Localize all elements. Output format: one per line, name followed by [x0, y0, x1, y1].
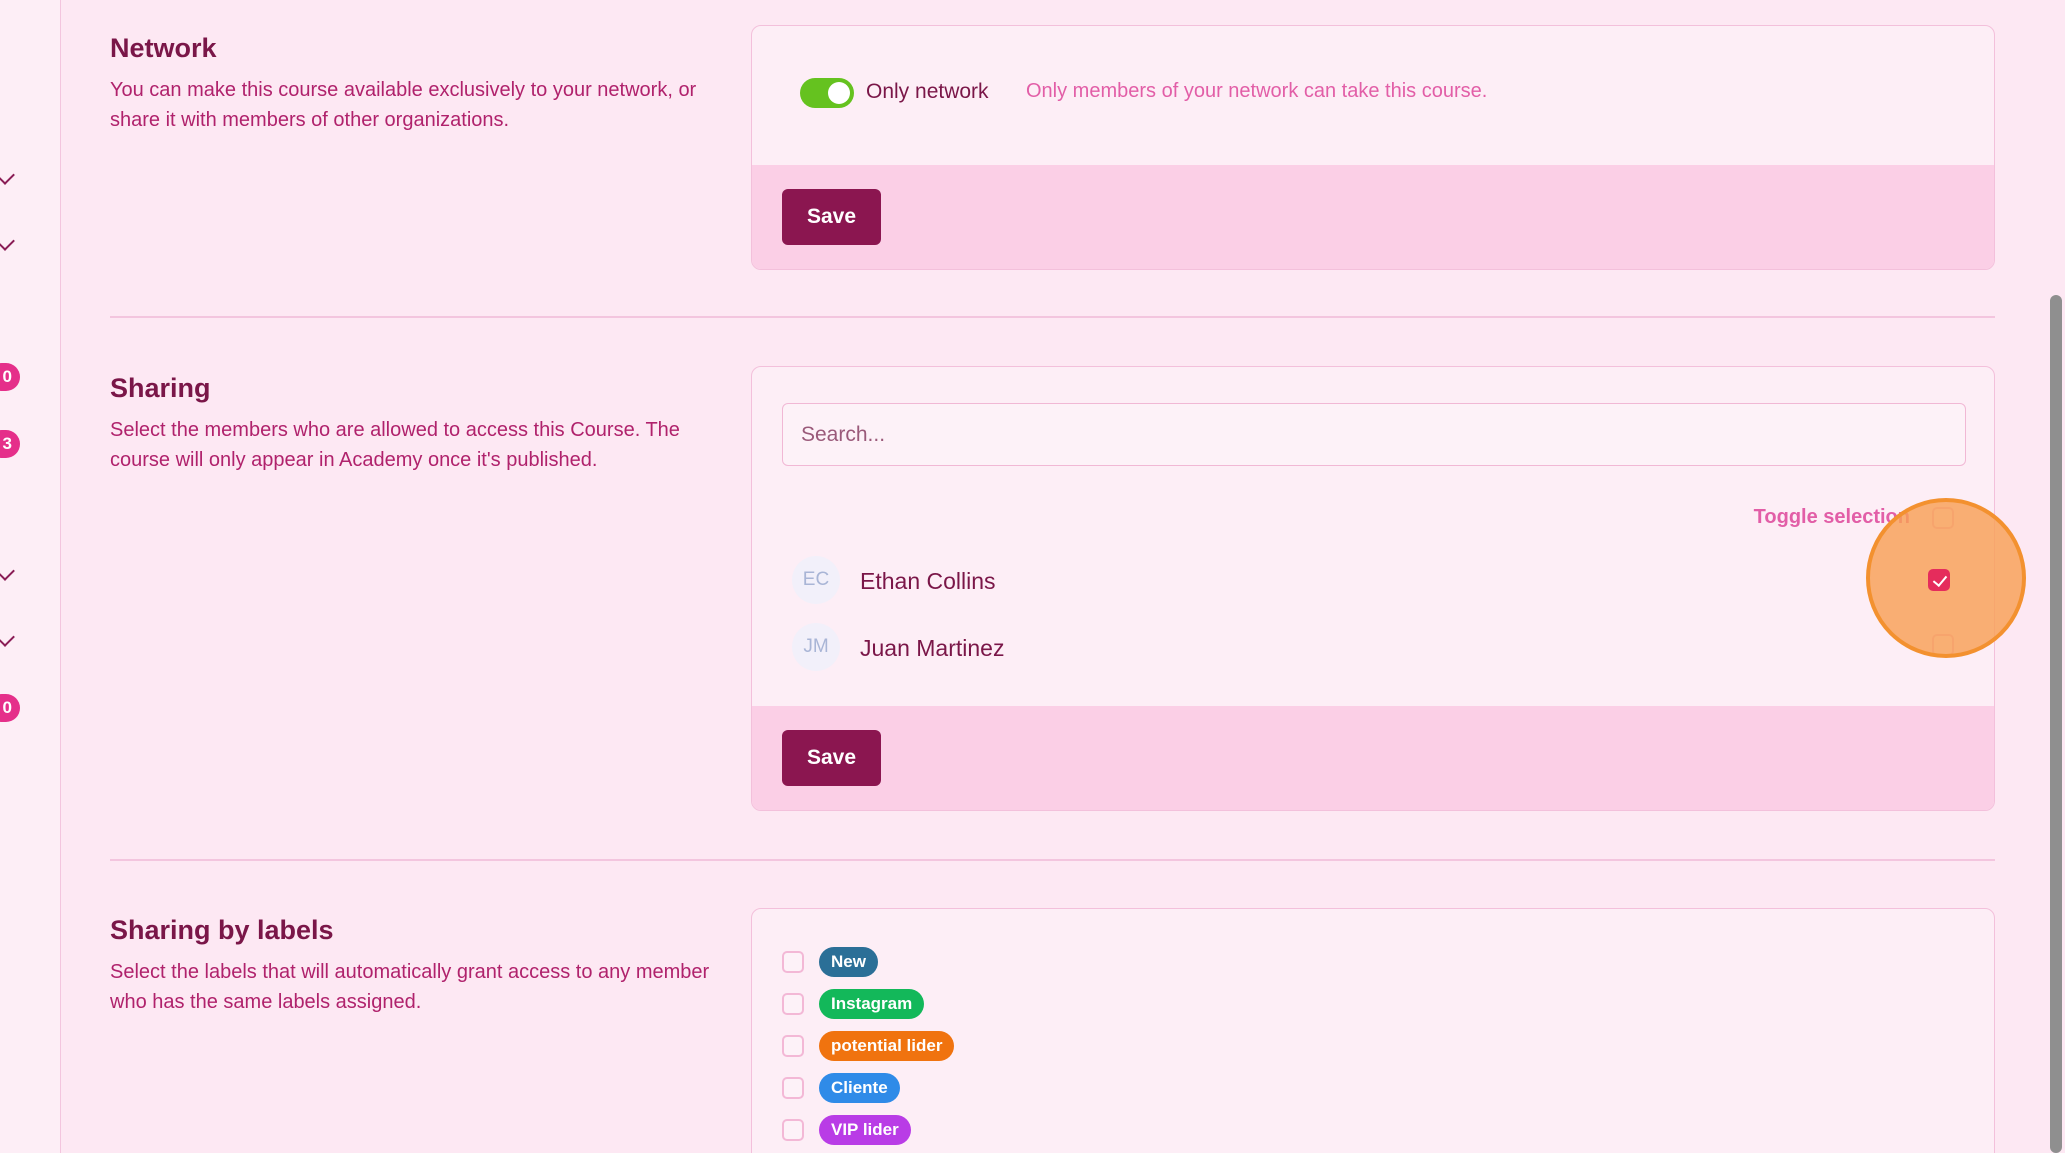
toggle-knob [828, 82, 850, 104]
section-divider [110, 316, 1995, 318]
count-badge: 0 [0, 363, 20, 391]
label-tag-new: New [819, 947, 878, 977]
network-section-description: You can make this course available exclu… [110, 79, 697, 131]
network-save-button[interactable]: Save [782, 189, 881, 245]
sharing-section-description: Select the members who are allowed to ac… [110, 419, 680, 471]
sharing-section-title: Sharing [110, 373, 211, 403]
sharing-save-button[interactable]: Save [782, 730, 881, 786]
card-footer: Save [752, 706, 1994, 810]
chevron-down-icon[interactable] [0, 561, 15, 581]
member-name: Juan Martinez [860, 635, 1005, 661]
card-footer: Save [752, 165, 1994, 269]
chevron-down-icon[interactable] [0, 231, 15, 251]
only-network-label: Only network [866, 80, 989, 103]
label-checkbox[interactable] [782, 1077, 804, 1099]
member-search-input[interactable] [782, 403, 1966, 466]
sharing-card: Toggle selection EC Ethan Collins JM Jua… [751, 366, 1995, 811]
avatar: JM [792, 623, 840, 671]
count-badge: 3 [0, 430, 20, 458]
sidebar: 0 3 0 [0, 0, 61, 1153]
network-hint-text: Only members of your network can take th… [1026, 80, 1488, 102]
chevron-down-icon[interactable] [0, 165, 15, 185]
chevron-down-icon[interactable] [0, 627, 15, 647]
avatar: EC [792, 556, 840, 604]
label-tag-potential-lider: potential lider [819, 1031, 955, 1061]
scrollbar[interactable] [2043, 0, 2065, 1153]
label-tag-instagram: Instagram [819, 989, 925, 1019]
scrollbar-thumb[interactable] [2050, 295, 2062, 1153]
label-checkbox[interactable] [782, 993, 804, 1015]
network-section-title: Network [110, 33, 217, 63]
member-name: Ethan Collins [860, 568, 996, 594]
labels-section-title: Sharing by labels [110, 915, 334, 945]
labels-card: New Instagram potential lider Cliente VI… [751, 908, 1995, 1153]
member-checkbox-ethan-collins[interactable] [1928, 569, 1950, 591]
label-checkbox[interactable] [782, 1119, 804, 1141]
section-divider [110, 859, 1995, 861]
label-tag-cliente: Cliente [819, 1073, 900, 1103]
label-checkbox[interactable] [782, 951, 804, 973]
label-tag-vip-lider: VIP lider [819, 1115, 911, 1145]
network-card: Only network Only members of your networ… [751, 25, 1995, 270]
labels-section-description: Select the labels that will automaticall… [110, 961, 710, 1013]
label-checkbox[interactable] [782, 1035, 804, 1057]
only-network-toggle[interactable] [800, 78, 854, 108]
count-badge: 0 [0, 694, 20, 722]
